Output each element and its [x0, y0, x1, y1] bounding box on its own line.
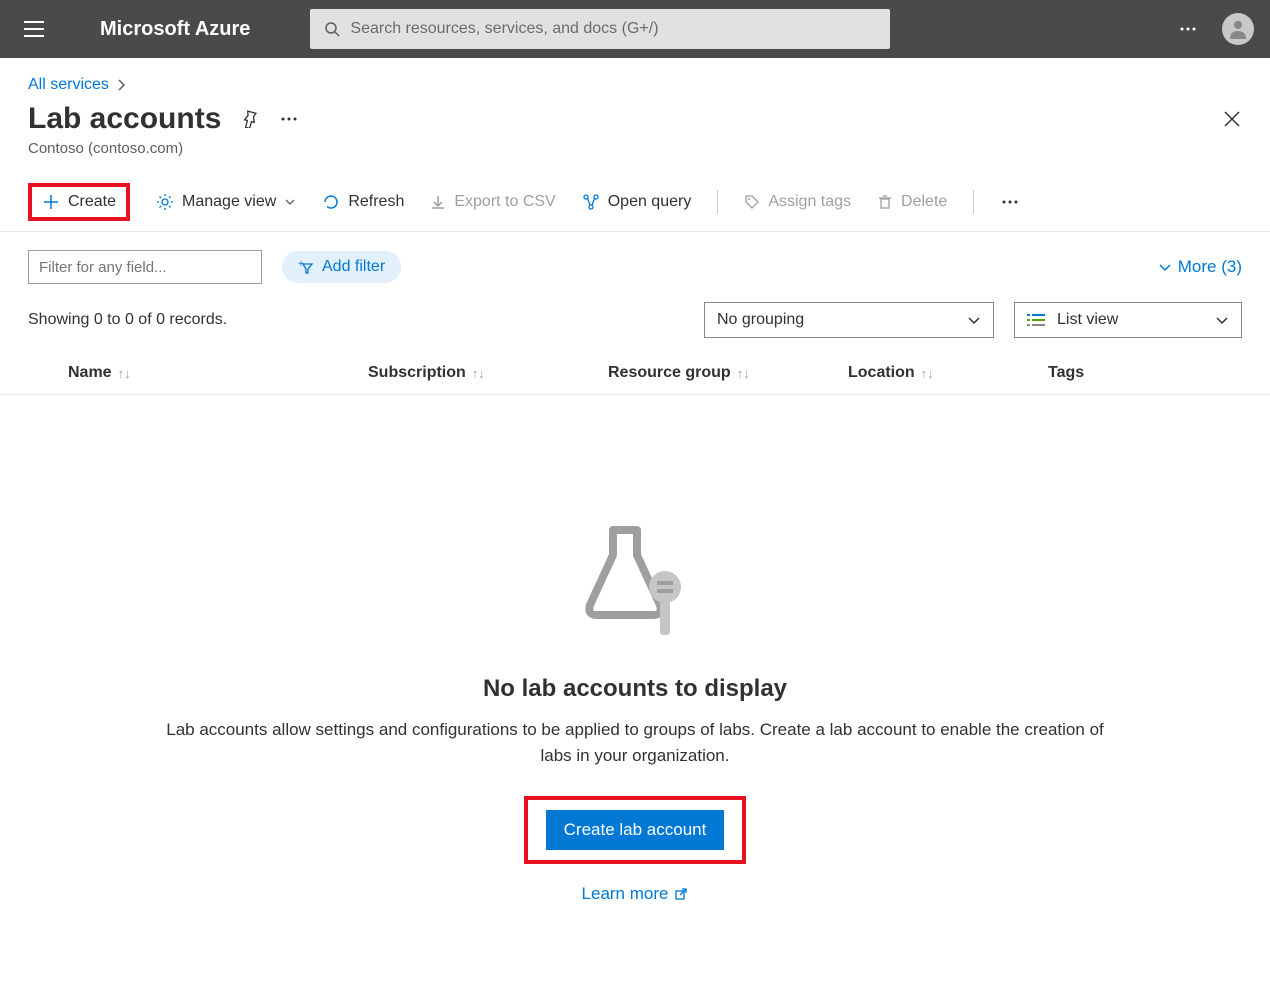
toolbar-separator	[973, 190, 974, 214]
create-label: Create	[68, 193, 116, 211]
open-query-button[interactable]: Open query	[582, 193, 692, 211]
chevron-down-icon	[1158, 260, 1172, 274]
page-title: Lab accounts	[28, 102, 221, 136]
list-icon	[1027, 313, 1045, 327]
more-filters-label: More (3)	[1178, 257, 1242, 277]
toolbar: Create Manage view Refresh Export to CSV…	[0, 173, 1270, 232]
export-csv-label: Export to CSV	[454, 193, 555, 211]
lab-account-icon	[565, 515, 705, 655]
refresh-button[interactable]: Refresh	[322, 193, 404, 211]
sort-icon: ↑↓	[472, 366, 485, 381]
search-input[interactable]	[350, 20, 876, 38]
add-filter-label: Add filter	[322, 258, 385, 276]
create-lab-account-button[interactable]: Create lab account	[546, 810, 725, 850]
chevron-down-icon	[967, 313, 981, 327]
toolbar-more-icon[interactable]	[1000, 192, 1020, 212]
hamburger-menu-icon[interactable]	[24, 21, 44, 37]
grouping-select[interactable]: No grouping	[704, 302, 994, 338]
user-avatar[interactable]	[1222, 13, 1254, 45]
column-tags[interactable]: Tags	[1048, 364, 1128, 382]
chevron-right-icon	[117, 78, 127, 92]
header-more-icon[interactable]	[1178, 19, 1198, 39]
view-value: List view	[1057, 311, 1118, 329]
manage-view-label: Manage view	[182, 193, 276, 211]
page-more-icon[interactable]	[279, 109, 299, 129]
column-resource-group[interactable]: Resource group↑↓	[608, 364, 788, 382]
global-search[interactable]	[310, 9, 890, 49]
brand-label: Microsoft Azure	[100, 18, 250, 41]
search-icon	[324, 21, 340, 37]
filter-input[interactable]	[28, 250, 262, 284]
empty-title: No lab accounts to display	[40, 675, 1230, 703]
sort-icon: ↑↓	[921, 366, 934, 381]
records-count: Showing 0 to 0 of 0 records.	[28, 311, 227, 329]
pin-icon[interactable]	[241, 110, 259, 128]
learn-more-link[interactable]: Learn more	[582, 884, 689, 904]
page-header: Lab accounts	[0, 102, 1270, 140]
breadcrumb-all-services[interactable]: All services	[28, 76, 109, 94]
open-query-label: Open query	[608, 193, 692, 211]
export-csv-button: Export to CSV	[430, 193, 555, 211]
more-filters-link[interactable]: More (3)	[1158, 257, 1242, 277]
column-location[interactable]: Location↑↓	[848, 364, 988, 382]
sort-icon: ↑↓	[737, 366, 750, 381]
create-lab-account-highlight: Create lab account	[524, 796, 747, 864]
gear-icon	[156, 193, 174, 211]
tag-icon	[744, 194, 760, 210]
grouping-value: No grouping	[717, 311, 804, 329]
trash-icon	[877, 194, 893, 210]
toolbar-separator	[717, 190, 718, 214]
delete-label: Delete	[901, 193, 947, 211]
add-filter-button[interactable]: + Add filter	[282, 251, 401, 283]
assign-tags-label: Assign tags	[768, 193, 851, 211]
query-icon	[582, 193, 600, 211]
manage-view-button[interactable]: Manage view	[156, 193, 296, 211]
filter-row: + Add filter More (3)	[0, 232, 1270, 302]
column-subscription[interactable]: Subscription↑↓	[368, 364, 548, 382]
column-name[interactable]: Name↑↓	[68, 364, 308, 382]
refresh-icon	[322, 193, 340, 211]
chevron-down-icon	[1215, 313, 1229, 327]
sort-icon: ↑↓	[118, 366, 131, 381]
azure-top-header: Microsoft Azure	[0, 0, 1270, 58]
table-header: Name↑↓ Subscription↑↓ Resource group↑↓ L…	[0, 352, 1270, 395]
empty-description: Lab accounts allow settings and configur…	[165, 717, 1105, 768]
plus-icon	[42, 193, 60, 211]
records-row: Showing 0 to 0 of 0 records. No grouping…	[0, 302, 1270, 352]
person-icon	[1226, 17, 1250, 41]
delete-button: Delete	[877, 193, 947, 211]
view-select[interactable]: List view	[1014, 302, 1242, 338]
create-button-highlight: Create	[28, 183, 130, 221]
page-subtitle: Contoso (contoso.com)	[0, 140, 1270, 173]
empty-state: No lab accounts to display Lab accounts …	[0, 395, 1270, 944]
download-icon	[430, 194, 446, 210]
filter-icon: +	[298, 259, 314, 275]
external-link-icon	[674, 887, 688, 901]
refresh-label: Refresh	[348, 193, 404, 211]
assign-tags-button: Assign tags	[744, 193, 851, 211]
create-button[interactable]: Create	[42, 193, 116, 211]
breadcrumb: All services	[0, 58, 1270, 102]
chevron-down-icon	[284, 196, 296, 208]
close-icon[interactable]	[1222, 109, 1242, 129]
